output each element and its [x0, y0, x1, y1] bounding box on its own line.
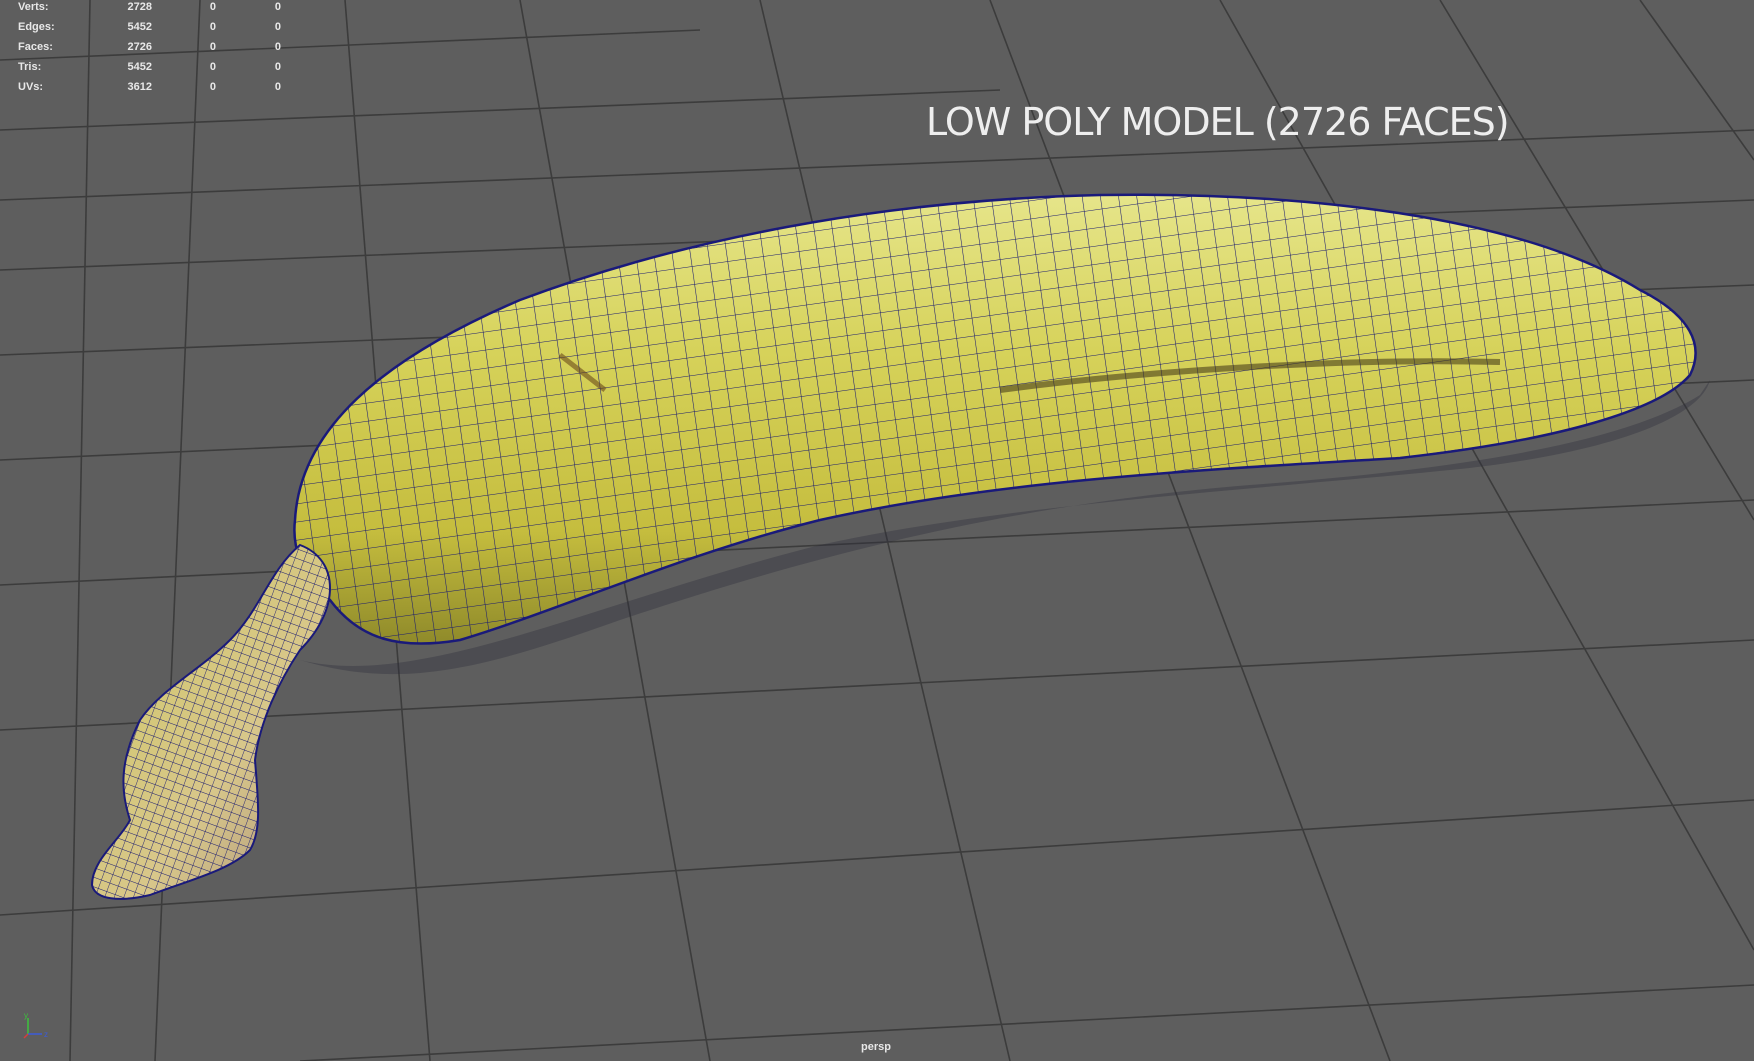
stat-value: 0 [274, 1, 281, 13]
stat-value: 3612 [127, 81, 152, 93]
overlay-title: LOW POLY MODEL (2726 FACES) [926, 100, 1510, 144]
stat-label: Tris: [18, 61, 42, 73]
banana-model[interactable] [80, 180, 1720, 910]
camera-label: persp [861, 1041, 891, 1053]
axis-y-label: y [24, 1011, 28, 1020]
stat-label: Verts: [18, 1, 49, 13]
stat-value: 5452 [127, 21, 152, 33]
stat-value: 0 [274, 21, 281, 33]
scene-canvas[interactable] [0, 0, 1754, 1061]
stat-value: 5452 [127, 61, 152, 73]
stat-value: 0 [209, 61, 216, 73]
stat-value: 0 [209, 41, 216, 53]
stat-label: Edges: [18, 21, 55, 33]
stat-label: Faces: [18, 41, 53, 53]
stat-value: 0 [274, 81, 281, 93]
axis-gizmo-icon: y z [23, 1011, 48, 1039]
axis-z-label: z [44, 1030, 48, 1039]
3d-viewport[interactable]: Verts: 2728 0 0 Edges: 5452 0 0 Faces: 2… [0, 0, 1754, 1061]
ground-grid [0, 0, 1754, 1061]
stat-value: 2728 [127, 1, 152, 13]
stat-label: UVs: [18, 81, 44, 93]
stat-value: 0 [274, 61, 281, 73]
stat-value: 0 [209, 1, 216, 13]
stat-value: 0 [274, 41, 281, 53]
stat-value: 0 [209, 81, 216, 93]
stat-value: 2726 [127, 41, 152, 53]
stat-value: 0 [209, 21, 216, 33]
